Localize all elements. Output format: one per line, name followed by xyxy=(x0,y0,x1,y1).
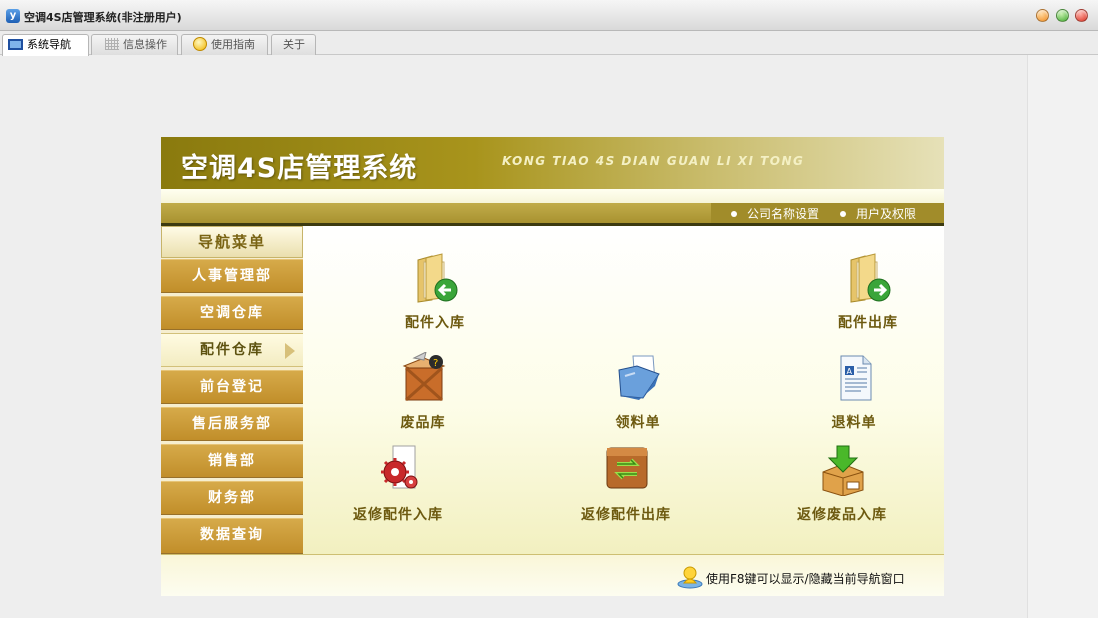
tab-label: 信息操作 xyxy=(123,38,167,51)
nav-item-finance[interactable]: 财务部 xyxy=(161,481,303,515)
tab-label: 系统导航 xyxy=(27,38,71,51)
material-requisition-button[interactable]: 领料单 xyxy=(553,352,723,432)
item-label: 配件入库 xyxy=(405,315,465,331)
repair-scrap-inbound-button[interactable]: 返修废品入库 xyxy=(757,444,927,524)
function-grid: 配件入库 配件出库 ? 废品库 领料单 A 退料单 返修配件入库 返修配件出库 … xyxy=(303,226,944,554)
open-folder-icon xyxy=(618,355,660,400)
repair-parts-inbound-button[interactable]: 返修配件入库 xyxy=(313,444,483,524)
nav-item-after-sales[interactable]: 售后服务部 xyxy=(161,407,303,441)
download-box-icon xyxy=(822,445,864,496)
crate-icon: ? xyxy=(402,352,446,402)
item-label: 返修配件出库 xyxy=(581,507,671,523)
company-settings-link[interactable]: 公司名称设置 xyxy=(731,205,819,222)
nav-menu: 导航菜单 人事管理部 空调仓库 配件仓库 前台登记 售后服务部 销售部 财务部 … xyxy=(161,226,303,554)
right-margin xyxy=(1027,55,1098,618)
recycle-box-icon xyxy=(606,447,648,489)
tab-about[interactable]: 关于 xyxy=(271,34,316,55)
folder-in-icon xyxy=(417,253,458,303)
item-label: 退料单 xyxy=(831,415,877,431)
svg-text:?: ? xyxy=(433,358,438,369)
tab-user-guide[interactable]: 使用指南 xyxy=(181,34,268,55)
monitor-icon xyxy=(8,39,23,50)
item-label: 领料单 xyxy=(615,415,661,431)
svg-text:A: A xyxy=(847,367,853,376)
footer-hint: 使用F8键可以显示/隐藏当前导航窗口 xyxy=(706,572,905,586)
document-icon: A xyxy=(840,355,872,401)
nav-item-hr[interactable]: 人事管理部 xyxy=(161,259,303,293)
item-label: 废品库 xyxy=(400,415,446,431)
nav-menu-header: 导航菜单 xyxy=(161,226,303,258)
close-button[interactable] xyxy=(1075,9,1088,22)
company-settings-label: 公司名称设置 xyxy=(747,207,820,221)
banner-title: 空调4S店管理系统 xyxy=(181,153,418,184)
scrap-warehouse-button[interactable]: ? 废品库 xyxy=(338,352,508,432)
bullet-icon xyxy=(731,211,737,217)
tab-bar: 系统导航 信息操作 使用指南 关于 xyxy=(0,31,1098,56)
nav-item-data-query[interactable]: 数据查询 xyxy=(161,518,303,554)
item-label: 配件出库 xyxy=(838,315,898,331)
tab-system-navigation[interactable]: 系统导航 xyxy=(2,34,89,56)
app-icon: y xyxy=(6,9,20,23)
window-titlebar: y 空调4S店管理系统(非注册用户) xyxy=(0,0,1098,31)
nav-item-ac-warehouse[interactable]: 空调仓库 xyxy=(161,296,303,330)
nav-item-label: 配件仓库 xyxy=(200,342,264,358)
parts-outbound-button[interactable]: 配件出库 xyxy=(783,252,953,332)
navigation-panel: 空调4S店管理系统 KONG TIAO 4S DIAN GUAN LI XI T… xyxy=(161,137,944,596)
minimize-button[interactable] xyxy=(1036,9,1049,22)
parts-inbound-button[interactable]: 配件入库 xyxy=(350,252,520,332)
arrow-right-icon xyxy=(285,343,295,359)
user-permissions-link[interactable]: 用户及权限 xyxy=(840,205,916,222)
grid-icon xyxy=(105,38,119,50)
bullet-icon xyxy=(840,211,846,217)
tab-label: 关于 xyxy=(283,38,305,51)
repair-parts-outbound-button[interactable]: 返修配件出库 xyxy=(541,444,711,524)
folder-out-icon xyxy=(850,253,891,303)
material-return-button[interactable]: A 退料单 xyxy=(769,352,939,432)
item-label: 返修配件入库 xyxy=(353,507,443,523)
link-bar: 公司名称设置 用户及权限 xyxy=(161,203,944,223)
user-hint-icon xyxy=(677,566,703,589)
nav-item-sales[interactable]: 销售部 xyxy=(161,444,303,478)
maximize-button[interactable] xyxy=(1056,9,1069,22)
tab-info-operations[interactable]: 信息操作 xyxy=(91,34,178,55)
banner-subtitle: KONG TIAO 4S DIAN GUAN LI XI TONG xyxy=(502,154,805,168)
banner: 空调4S店管理系统 KONG TIAO 4S DIAN GUAN LI XI T… xyxy=(161,137,944,189)
gear-icon xyxy=(381,445,418,489)
nav-item-front-desk[interactable]: 前台登记 xyxy=(161,370,303,404)
guide-icon xyxy=(193,37,207,51)
footer: 使用F8键可以显示/隐藏当前导航窗口 xyxy=(161,554,944,596)
tab-label: 使用指南 xyxy=(211,38,255,51)
nav-item-parts-warehouse[interactable]: 配件仓库 xyxy=(161,333,303,367)
item-label: 返修废品入库 xyxy=(797,507,887,523)
window-title: 空调4S店管理系统(非注册用户) xyxy=(24,11,182,24)
user-permissions-label: 用户及权限 xyxy=(856,207,917,221)
